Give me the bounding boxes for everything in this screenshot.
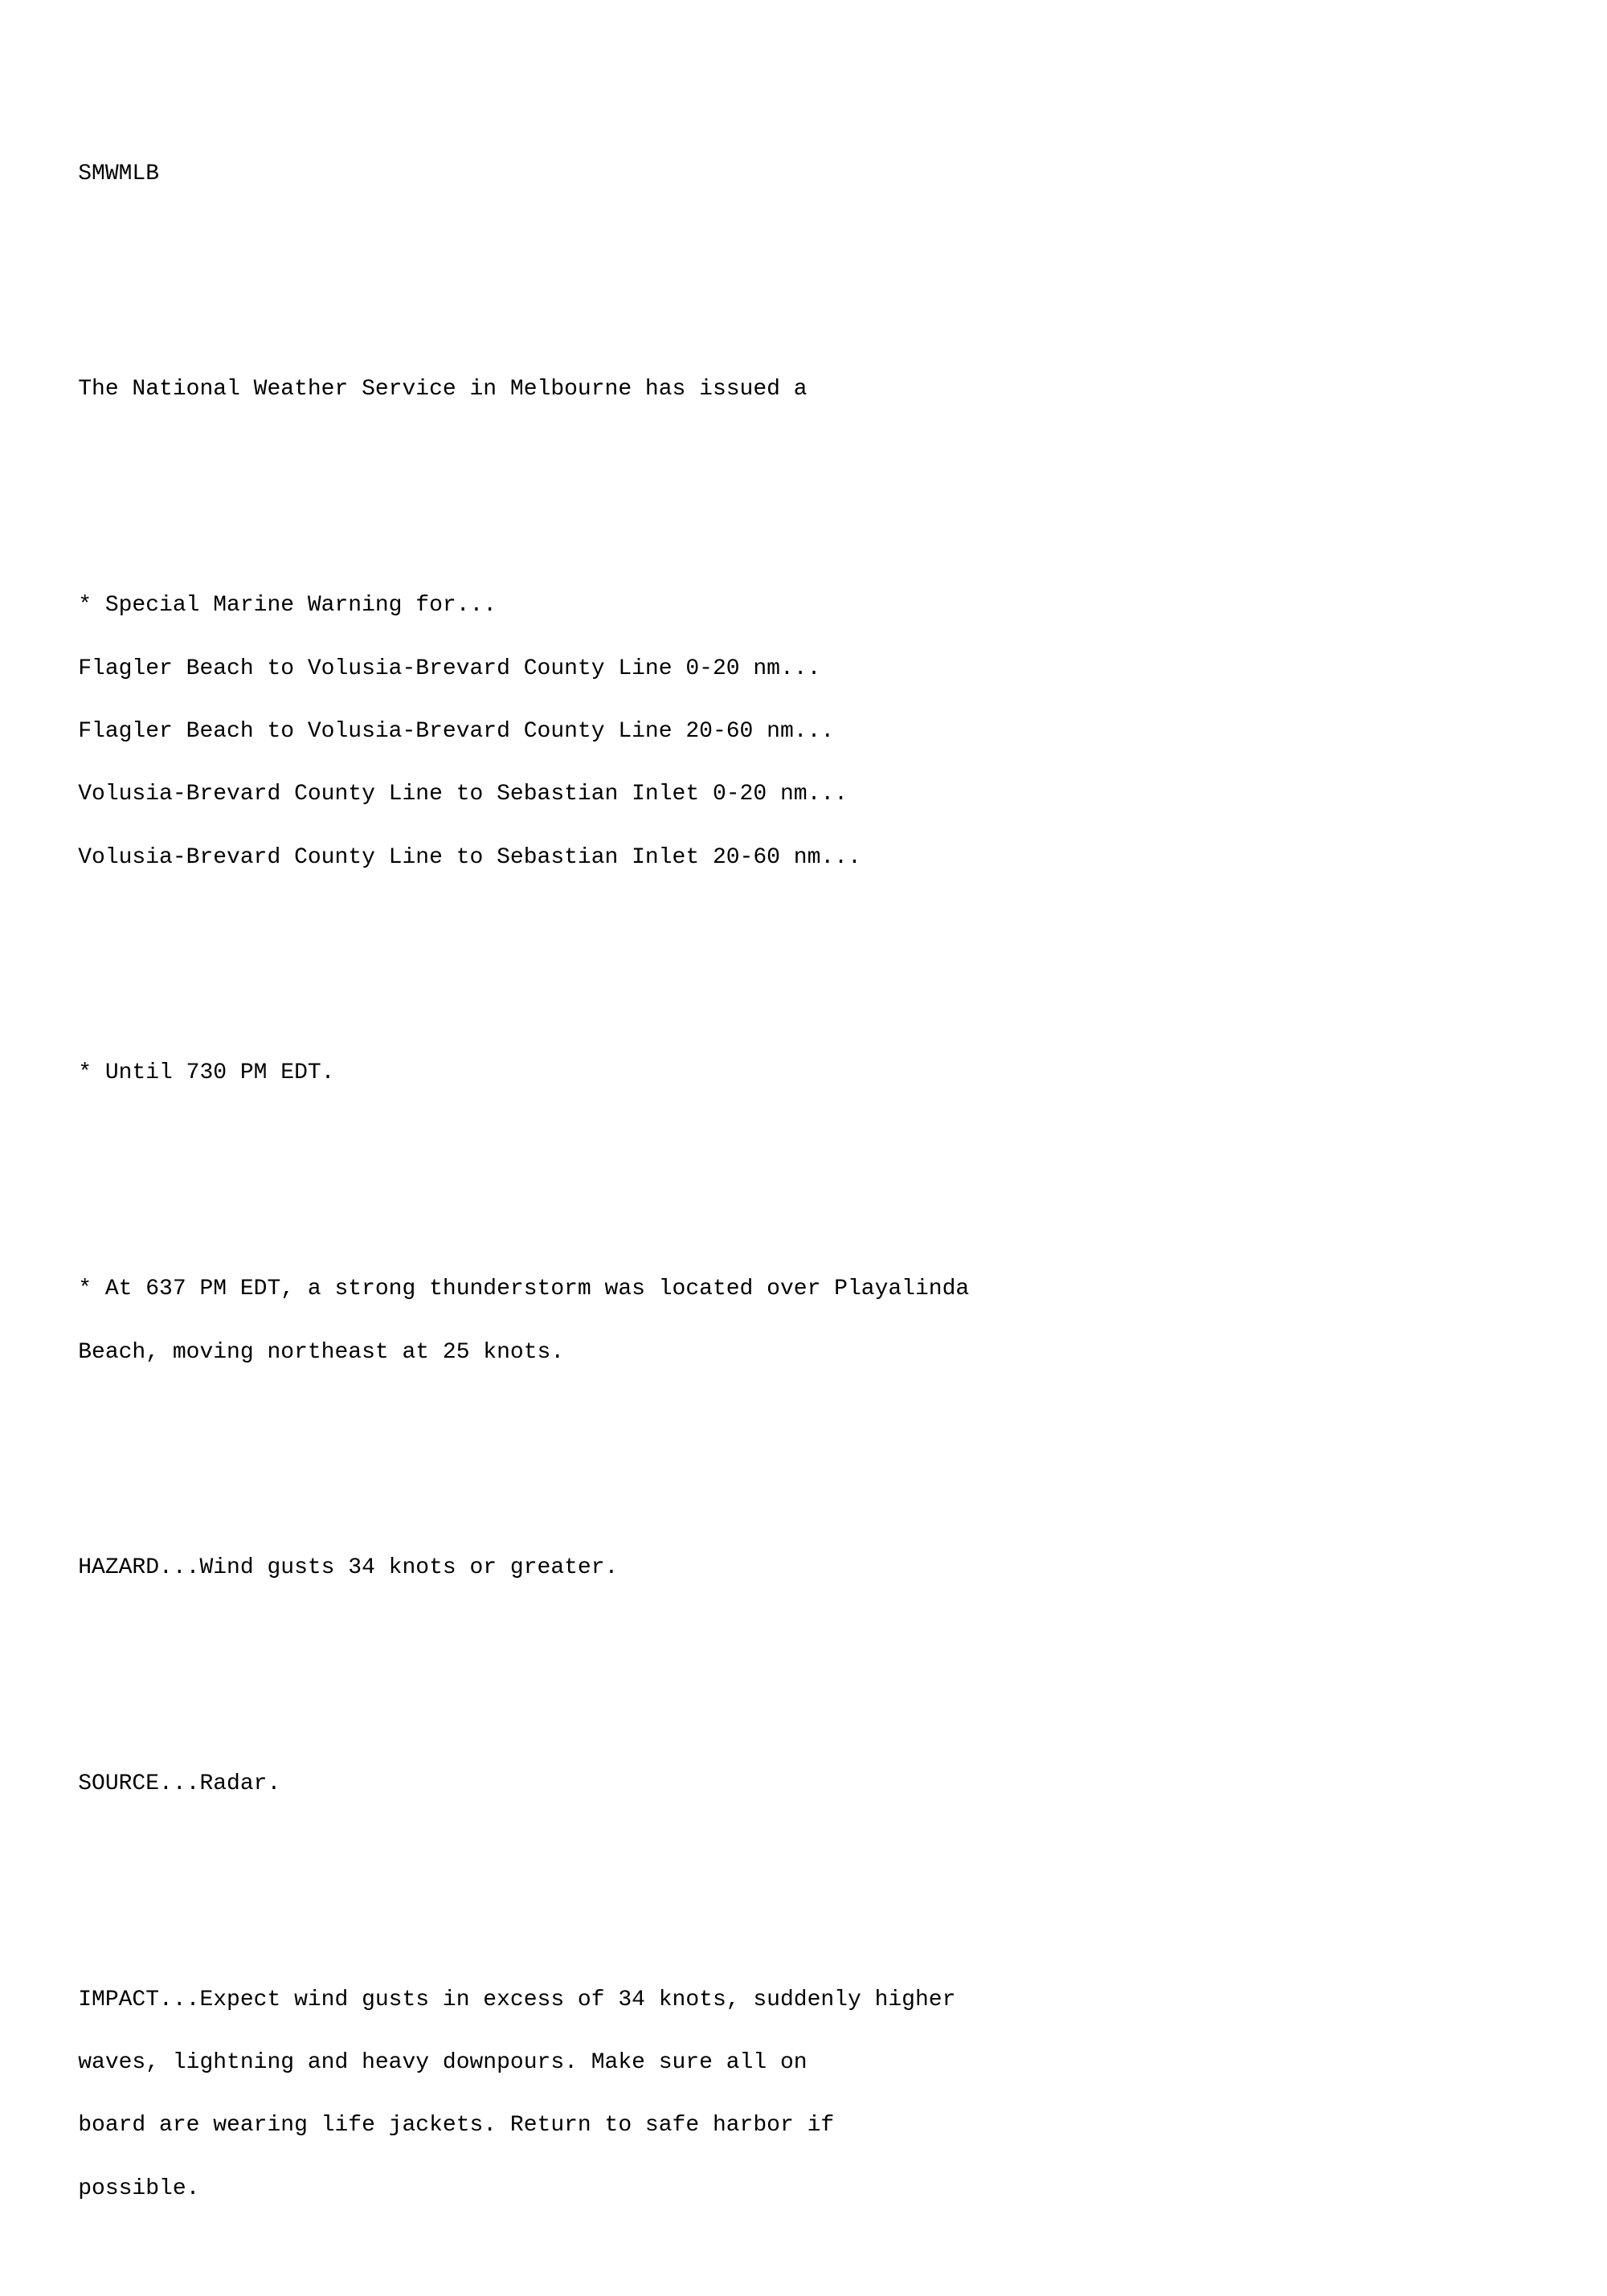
impact-section: IMPACT...Expect wind gusts in excess of … bbox=[24, 1952, 1583, 2236]
impact-line-1: IMPACT...Expect wind gusts in excess of … bbox=[78, 1988, 955, 2012]
until-section: * Until 730 PM EDT. bbox=[24, 1026, 1583, 1121]
header-code: SMWMLB bbox=[78, 161, 159, 186]
until-text: * Until 730 PM EDT. bbox=[78, 1060, 334, 1085]
impact-line-2: waves, lightning and heavy downpours. Ma… bbox=[78, 2050, 807, 2075]
hazard-text: HAZARD...Wind gusts 34 knots or greater. bbox=[78, 1555, 618, 1580]
source-section: SOURCE...Radar. bbox=[24, 1737, 1583, 1832]
at-section: * At 637 PM EDT, a strong thunderstorm w… bbox=[24, 1242, 1583, 1399]
at-line-1: * At 637 PM EDT, a strong thunderstorm w… bbox=[78, 1277, 969, 1301]
zone-3: Volusia-Brevard County Line to Sebastian… bbox=[78, 782, 848, 807]
impact-line-3: board are wearing life jackets. Return t… bbox=[78, 2113, 834, 2138]
intro-text: The National Weather Service in Melbourn… bbox=[78, 377, 807, 402]
at-line-2: Beach, moving northeast at 25 knots. bbox=[78, 1340, 564, 1365]
source-text: SOURCE...Radar. bbox=[78, 1771, 280, 1796]
zone-2: Flagler Beach to Volusia-Brevard County … bbox=[78, 719, 834, 744]
zones-section: * Special Marine Warning for... Flagler … bbox=[24, 558, 1583, 905]
zone-1: Flagler Beach to Volusia-Brevard County … bbox=[78, 656, 820, 681]
impact-line-4: possible. bbox=[78, 2176, 199, 2201]
intro-section: The National Weather Service in Melbourn… bbox=[24, 342, 1583, 437]
zone-4: Volusia-Brevard County Line to Sebastian… bbox=[78, 845, 861, 870]
warning-header: * Special Marine Warning for... bbox=[78, 593, 497, 618]
hazard-section: HAZARD...Wind gusts 34 knots or greater. bbox=[24, 1521, 1583, 1616]
main-content: SMWMLB The National Weather Service in M… bbox=[24, 32, 1583, 2296]
header-code-section: SMWMLB bbox=[24, 127, 1583, 222]
